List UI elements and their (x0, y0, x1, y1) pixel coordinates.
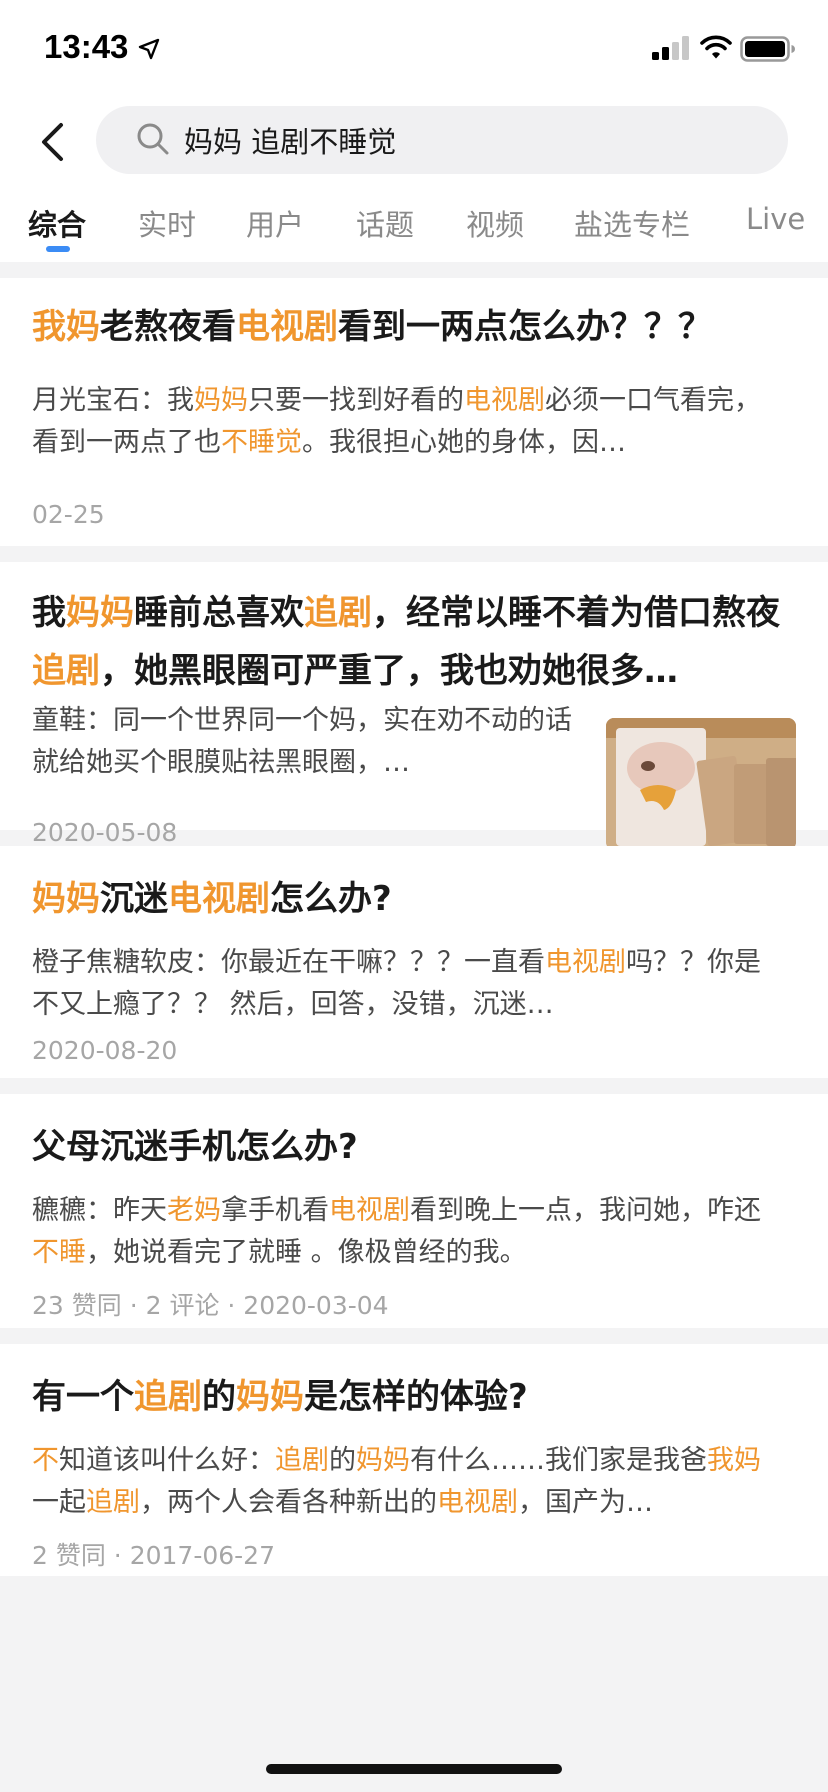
result-card[interactable]: 有一个追剧的妈妈是怎样的体验? 不知道该叫什么好：追剧的妈妈有什么……我们家是我… (0, 1344, 828, 1576)
highlighted-keyword: 追剧 (134, 1377, 202, 1417)
status-time: 13:43 (44, 28, 129, 65)
text-segment: 父母沉迷手机怎么办? (32, 1127, 358, 1167)
highlighted-keyword: 电视剧 (329, 1195, 410, 1226)
text-segment: 拿手机看 (221, 1195, 329, 1226)
text-segment: 有什么……我们家是我爸 (410, 1445, 707, 1476)
highlighted-keyword: 不睡 (32, 1237, 86, 1268)
text-segment: 看到晚上一点，我问她，咋还 (410, 1195, 761, 1226)
text-segment: 睡前总喜欢 (134, 593, 304, 633)
search-header (0, 96, 828, 188)
wifi-icon (700, 35, 732, 59)
text-segment: 只要一找到好看的 (248, 385, 464, 416)
text-segment: 童鞋：同一个世界同一个妈，实在劝不动的话就给她买个眼膜贴祛黑眼圈，… (32, 705, 572, 778)
battery-icon (740, 36, 795, 62)
eye-patch-photo-image (606, 718, 796, 850)
text-segment: 怎么办? (270, 879, 392, 919)
result-meta: 02-25 (32, 500, 105, 529)
location-arrow-icon (138, 38, 160, 60)
tab-live[interactable]: Live (746, 202, 805, 236)
tab-realtime[interactable]: 实时 (138, 202, 196, 244)
highlighted-keyword: 妈妈 (194, 385, 248, 416)
text-segment: ，国产为… (518, 1487, 653, 1518)
result-thumbnail[interactable] (606, 718, 796, 850)
result-card[interactable]: 我妈妈睡前总喜欢追剧，经常以睡不着为借口熬夜追剧，她黑眼圈可严重了，我也劝她很多… (0, 562, 828, 850)
text-segment: 沉迷 (100, 879, 168, 919)
result-snippet: 不知道该叫什么好：追剧的妈妈有什么……我们家是我爸我妈一起追剧，两个人会看各种新… (32, 1440, 782, 1524)
text-segment: 橙子焦糖软皮：你最近在干嘛？？？一直看 (32, 947, 545, 978)
text-segment: 。我很担心她的身体，因… (302, 427, 626, 458)
result-card[interactable]: 妈妈沉迷电视剧怎么办? 橙子焦糖软皮：你最近在干嘛？？？一直看电视剧吗？？你是不… (0, 846, 828, 1078)
result-meta: 2020-05-08 (32, 818, 178, 847)
result-snippet: 童鞋：同一个世界同一个妈，实在劝不动的话就给她买个眼膜贴祛黑眼圈，… (32, 700, 572, 784)
text-segment: 知道该叫什么好： (59, 1445, 275, 1476)
text-segment: 有一个 (32, 1377, 134, 1417)
result-snippet: 橙子焦糖软皮：你最近在干嘛？？？一直看电视剧吗？？你是不又上瘾了？？ 然后，回答… (32, 942, 782, 1026)
result-meta: 2 赞同 · 2017-06-27 (32, 1541, 275, 1570)
result-snippet: 月光宝石：我妈妈只要一找到好看的电视剧必须一口气看完，看到一两点了也不睡觉。我很… (32, 380, 782, 464)
cellular-signal-icon (652, 36, 689, 60)
tab-salt-column[interactable]: 盐选专栏 (574, 202, 690, 244)
text-segment: ，她黑眼圈可严重了，我也劝她很多… (100, 651, 678, 691)
highlighted-keyword: 追剧 (275, 1445, 329, 1476)
text-segment: 的 (329, 1445, 356, 1476)
text-segment: ，两个人会看各种新出的 (140, 1487, 437, 1518)
highlighted-keyword: 电视剧 (168, 879, 270, 919)
text-segment: 月光宝石：我 (32, 385, 194, 416)
chevron-left-icon (42, 123, 63, 161)
result-meta: 2020-08-20 (32, 1036, 178, 1065)
highlighted-keyword: 电视剧 (464, 385, 545, 416)
highlighted-keyword: 妈妈 (32, 879, 100, 919)
text-segment: ，她说看完了就睡 。像极曾经的我。 (86, 1237, 527, 1268)
search-tabs: 综合 实时 用户 话题 视频 盐选专栏 Live (0, 188, 828, 262)
highlighted-keyword: 电视剧 (545, 947, 626, 978)
text-segment: 我 (32, 593, 66, 633)
highlighted-keyword: 电视剧 (236, 307, 338, 347)
highlighted-keyword: 追剧 (304, 593, 372, 633)
highlighted-keyword: 妈妈 (66, 593, 134, 633)
tab-users[interactable]: 用户 (246, 202, 304, 244)
highlighted-keyword: 老妈 (167, 1195, 221, 1226)
highlighted-keyword: 不睡觉 (221, 427, 302, 458)
result-card[interactable]: 我妈老熬夜看电视剧看到一两点怎么办？？？ 月光宝石：我妈妈只要一找到好看的电视剧… (0, 278, 828, 546)
result-meta: 23 赞同 · 2 评论 · 2020-03-04 (32, 1291, 389, 1320)
text-segment: 一起 (32, 1487, 86, 1518)
highlighted-keyword: 我妈 (32, 307, 100, 347)
result-snippet: 穮穮：昨天老妈拿手机看电视剧看到晚上一点，我问她，咋还不睡，她说看完了就睡 。像… (32, 1190, 782, 1274)
highlighted-keyword: 电视剧 (437, 1487, 518, 1518)
result-title: 有一个追剧的妈妈是怎样的体验? (32, 1368, 792, 1426)
highlighted-keyword: 妈妈 (356, 1445, 410, 1476)
search-icon (137, 123, 169, 155)
active-tab-indicator (46, 246, 70, 252)
text-segment: ，经常以睡不着为借口熬夜 (372, 593, 780, 633)
text-segment: 穮穮：昨天 (32, 1195, 167, 1226)
highlighted-keyword: 不 (32, 1445, 59, 1476)
tab-comprehensive[interactable]: 综合 (28, 202, 86, 244)
highlighted-keyword: 我妈 (707, 1445, 761, 1476)
text-segment: 的 (202, 1377, 236, 1417)
text-segment: 是怎样的体验? (304, 1377, 528, 1417)
result-title: 我妈老熬夜看电视剧看到一两点怎么办？？？ (32, 298, 792, 356)
text-segment: 老熬夜看 (100, 307, 236, 347)
home-indicator (266, 1764, 562, 1774)
result-title: 妈妈沉迷电视剧怎么办? (32, 870, 792, 928)
tab-videos[interactable]: 视频 (466, 202, 524, 244)
status-bar: 13:43 (0, 0, 828, 96)
search-bar[interactable] (96, 106, 788, 174)
back-button[interactable] (30, 116, 74, 168)
text-segment: 看到一两点怎么办？？？ (338, 307, 712, 347)
result-title: 父母沉迷手机怎么办? (32, 1118, 792, 1176)
result-card[interactable]: 父母沉迷手机怎么办? 穮穮：昨天老妈拿手机看电视剧看到晚上一点，我问她，咋还不睡… (0, 1094, 828, 1328)
search-input[interactable] (184, 106, 764, 174)
highlighted-keyword: 追剧 (86, 1487, 140, 1518)
tab-topics[interactable]: 话题 (356, 202, 414, 244)
highlighted-keyword: 妈妈 (236, 1377, 304, 1417)
result-title: 我妈妈睡前总喜欢追剧，经常以睡不着为借口熬夜追剧，她黑眼圈可严重了，我也劝她很多… (32, 584, 802, 700)
highlighted-keyword: 追剧 (32, 651, 100, 691)
